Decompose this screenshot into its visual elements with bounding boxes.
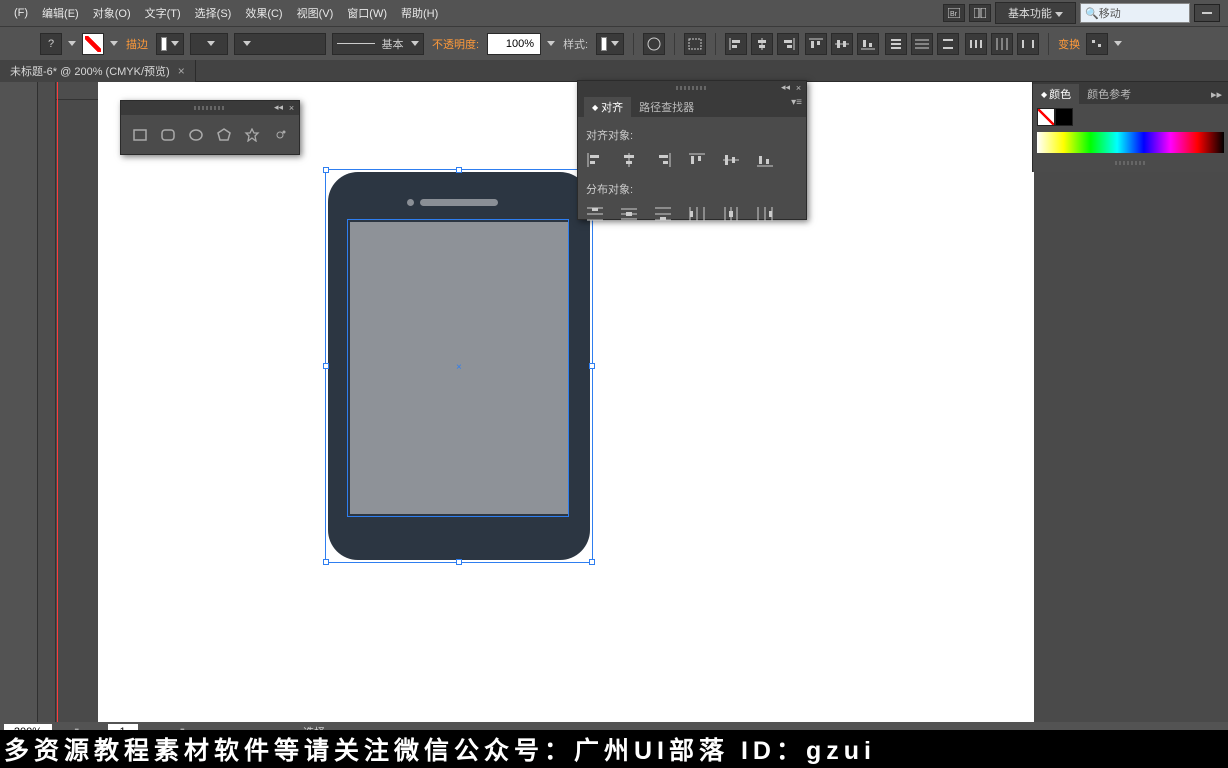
menubar: (F) 编辑(E) 对象(O) 文字(T) 选择(S) 效果(C) 视图(V) … (0, 0, 1228, 26)
transform-panel-icon[interactable] (1086, 33, 1108, 55)
dist-top-icon[interactable] (885, 33, 907, 55)
document-tab-label: 未标题-6* @ 200% (CMYK/预览) (10, 63, 170, 79)
tab-pathfinder[interactable]: 路径查找器 (631, 97, 702, 117)
dist-bottom-icon[interactable] (937, 33, 959, 55)
tab-align[interactable]: ◆对齐 (584, 97, 631, 117)
polygon-tool-icon[interactable] (215, 125, 233, 145)
panel-align-top-icon[interactable] (688, 151, 706, 169)
align-top-icon[interactable] (805, 33, 827, 55)
panel-align-left-icon[interactable] (586, 151, 604, 169)
opacity-label: 不透明度: (432, 36, 479, 52)
flare-tool-icon[interactable] (271, 125, 289, 145)
align-hcenter-icon[interactable] (751, 33, 773, 55)
menu-effect[interactable]: 效果(C) (239, 2, 288, 24)
menu-view[interactable]: 视图(V) (291, 2, 340, 24)
align-vcenter-icon[interactable] (831, 33, 853, 55)
rounded-rectangle-tool-icon[interactable] (159, 125, 177, 145)
menu-select[interactable]: 选择(S) (189, 2, 238, 24)
document-tab-bar: 未标题-6* @ 200% (CMYK/预览) × (0, 60, 1228, 82)
panel-menu-icon[interactable]: ▾≡ (791, 97, 802, 108)
panel-dist-bottom-icon[interactable] (654, 205, 672, 223)
dist-hcenter-icon[interactable] (991, 33, 1013, 55)
stroke-profile-dropdown[interactable] (234, 33, 326, 55)
stroke-label: 描边 (126, 36, 148, 52)
menu-file[interactable]: (F) (8, 4, 34, 22)
dock-gripper[interactable] (1033, 157, 1228, 169)
brush-dropdown[interactable]: 基本 (332, 33, 424, 55)
align-panel-titlebar[interactable]: ◂◂× (578, 81, 806, 95)
panel-titlebar[interactable]: ◂◂× (121, 101, 299, 115)
menu-edit[interactable]: 编辑(E) (36, 2, 85, 24)
menu-object[interactable]: 对象(O) (87, 2, 137, 24)
bridge-icon[interactable]: Br (943, 4, 965, 22)
stroke-color-dropdown[interactable] (156, 33, 184, 55)
panel-align-hcenter-icon[interactable] (620, 151, 638, 169)
minimize-button[interactable] (1194, 4, 1220, 22)
panel-align-bottom-icon[interactable] (756, 151, 774, 169)
panel-dist-top-icon[interactable] (586, 205, 604, 223)
panel-dist-left-icon[interactable] (688, 205, 706, 223)
ellipse-tool-icon[interactable] (187, 125, 205, 145)
tab-color[interactable]: ◆颜色 (1033, 84, 1079, 104)
transform-label[interactable]: 变换 (1058, 36, 1080, 52)
recolor-icon[interactable] (643, 33, 665, 55)
dock-expand-icon[interactable]: ▸▸ (1205, 85, 1228, 104)
align-right-icon[interactable] (777, 33, 799, 55)
style-label: 样式: (563, 36, 588, 52)
menu-text[interactable]: 文字(T) (139, 2, 187, 24)
distribute-section-title: 分布对象: (586, 181, 798, 197)
stroke-weight-dropdown[interactable] (190, 33, 228, 55)
menu-window[interactable]: 窗口(W) (341, 2, 393, 24)
panel-dist-vcenter-icon[interactable] (620, 205, 638, 223)
panel-collapse-icon[interactable]: ◂◂ (273, 102, 284, 113)
workspace-dropdown[interactable]: 基本功能 (995, 2, 1076, 24)
swatch-none[interactable] (1037, 108, 1055, 126)
control-bar: ? 描边 基本 不透明度: 100% 样式: 变换 (0, 26, 1228, 60)
menu-help[interactable]: 帮助(H) (395, 2, 444, 24)
workspace-label: 基本功能 (1008, 8, 1052, 20)
ruler-vertical[interactable] (38, 82, 56, 722)
canvas[interactable]: × (98, 82, 1034, 722)
panel-dist-hcenter-icon[interactable] (722, 205, 740, 223)
panel-close-icon[interactable]: × (793, 82, 804, 93)
panel-collapse-icon[interactable]: ◂◂ (780, 82, 791, 93)
search-input[interactable]: 🔍 移动 (1080, 3, 1190, 23)
panel-dist-right-icon[interactable] (756, 205, 774, 223)
panel-align-vcenter-icon[interactable] (722, 151, 740, 169)
dist-left-icon[interactable] (965, 33, 987, 55)
doc-setup-icon[interactable] (684, 33, 706, 55)
no-fill-icon[interactable] (82, 33, 104, 55)
star-tool-icon[interactable] (243, 125, 261, 145)
help-icon[interactable]: ? (40, 33, 62, 55)
dist-vcenter-icon[interactable] (911, 33, 933, 55)
tab-color-guide[interactable]: 颜色参考 (1079, 84, 1139, 104)
panel-align-right-icon[interactable] (654, 151, 672, 169)
dist-right-icon[interactable] (1017, 33, 1039, 55)
document-tab[interactable]: 未标题-6* @ 200% (CMYK/预览) × (0, 60, 196, 82)
arrange-documents-icon[interactable] (969, 4, 991, 22)
swatch-black[interactable] (1055, 108, 1073, 126)
promo-banner: 多资源教程素材软件等请关注微信公众号：广州UI部落 ID：gzui (0, 730, 1228, 768)
opacity-input[interactable]: 100% (487, 33, 541, 55)
color-spectrum[interactable] (1037, 132, 1224, 153)
shape-tools-panel[interactable]: ◂◂× (120, 100, 300, 155)
close-tab-icon[interactable]: × (178, 64, 185, 78)
rectangle-tool-icon[interactable] (131, 125, 149, 145)
guide-line[interactable] (57, 82, 58, 722)
left-toolbox[interactable] (0, 82, 38, 722)
color-panel-dock[interactable]: ◆颜色 颜色参考 ▸▸ (1032, 82, 1228, 172)
graphic-style-dropdown[interactable] (596, 33, 624, 55)
align-left-icon[interactable] (725, 33, 747, 55)
svg-text:Br: Br (950, 11, 958, 18)
align-section-title: 对齐对象: (586, 127, 798, 143)
align-panel[interactable]: ◂◂× ◆对齐 路径查找器 ▾≡ 对齐对象: 分布对象: (577, 80, 807, 220)
panel-close-icon[interactable]: × (286, 102, 297, 113)
selection-center: × (456, 362, 462, 373)
brush-label: 基本 (382, 36, 404, 52)
align-bottom-icon[interactable] (857, 33, 879, 55)
